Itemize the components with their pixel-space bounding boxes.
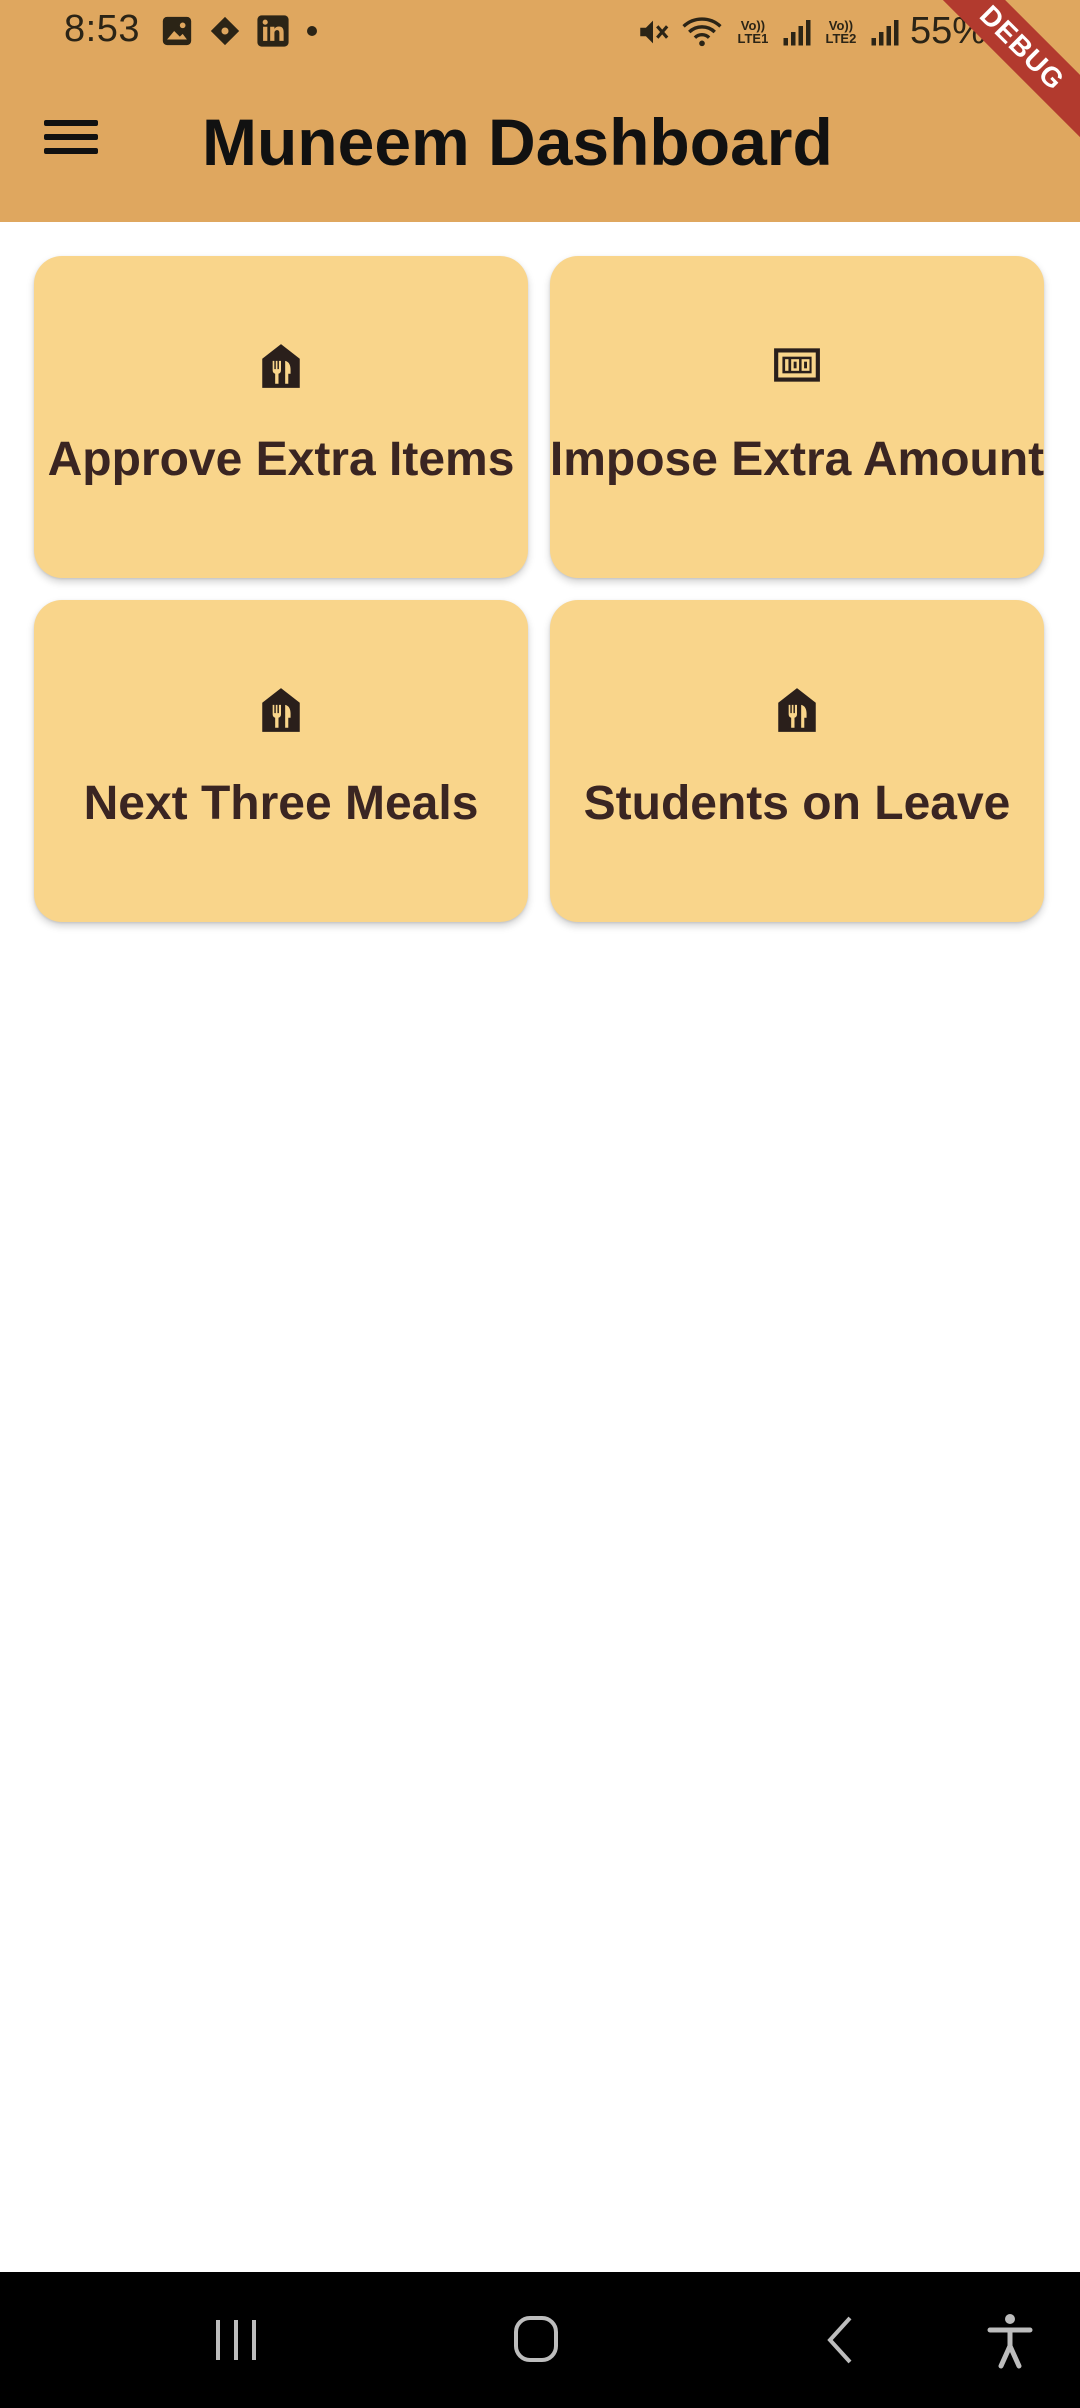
card-label: Students on Leave — [583, 777, 1011, 830]
home-icon[interactable] — [506, 2310, 566, 2370]
screen: 8:53 Vo)) LTE1 Vo)) LTE2 55% Muneem Dash… — [0, 0, 1080, 2408]
sim2-label: Vo)) LTE2 — [825, 17, 857, 46]
page-title: Muneem Dashboard — [202, 105, 833, 179]
game-icon — [210, 16, 240, 46]
next-three-meals-card[interactable]: Next Three Meals — [34, 600, 528, 922]
card-label: Next Three Meals — [83, 777, 479, 830]
sim1-label: Vo)) LTE1 — [737, 17, 769, 46]
status-bar: 8:53 Vo)) LTE1 Vo)) LTE2 55% — [0, 0, 1080, 62]
card-label: Approve Extra Items — [47, 433, 515, 486]
restaurant-icon — [778, 688, 816, 732]
linkedin-icon — [257, 15, 289, 47]
back-icon[interactable] — [812, 2310, 872, 2370]
approve-extra-items-card[interactable]: Approve Extra Items — [34, 256, 528, 578]
status-notification-icons — [160, 14, 320, 48]
wifi-icon — [682, 16, 722, 46]
status-time: 8:53 — [64, 8, 140, 50]
dashboard-grid: Approve Extra Items Impose Extra Amount — [34, 256, 1046, 922]
signal-icon-1 — [783, 19, 811, 45]
recents-icon[interactable] — [206, 2310, 266, 2370]
accessibility-icon[interactable] — [980, 2310, 1040, 2370]
restaurant-icon — [262, 344, 300, 388]
card-label: Impose Extra Amount — [549, 433, 1045, 486]
hamburger-menu-icon[interactable] — [44, 112, 114, 172]
app-bar: Muneem Dashboard — [0, 62, 1080, 222]
navigation-bar — [0, 2272, 1080, 2408]
money-icon — [774, 348, 820, 382]
impose-extra-amount-card[interactable]: Impose Extra Amount — [550, 256, 1044, 578]
restaurant-icon — [262, 688, 300, 732]
mute-icon — [640, 20, 669, 43]
gallery-icon — [162, 16, 192, 46]
signal-icon-2 — [871, 19, 899, 45]
dot-icon — [307, 26, 317, 36]
students-on-leave-card[interactable]: Students on Leave — [550, 600, 1044, 922]
